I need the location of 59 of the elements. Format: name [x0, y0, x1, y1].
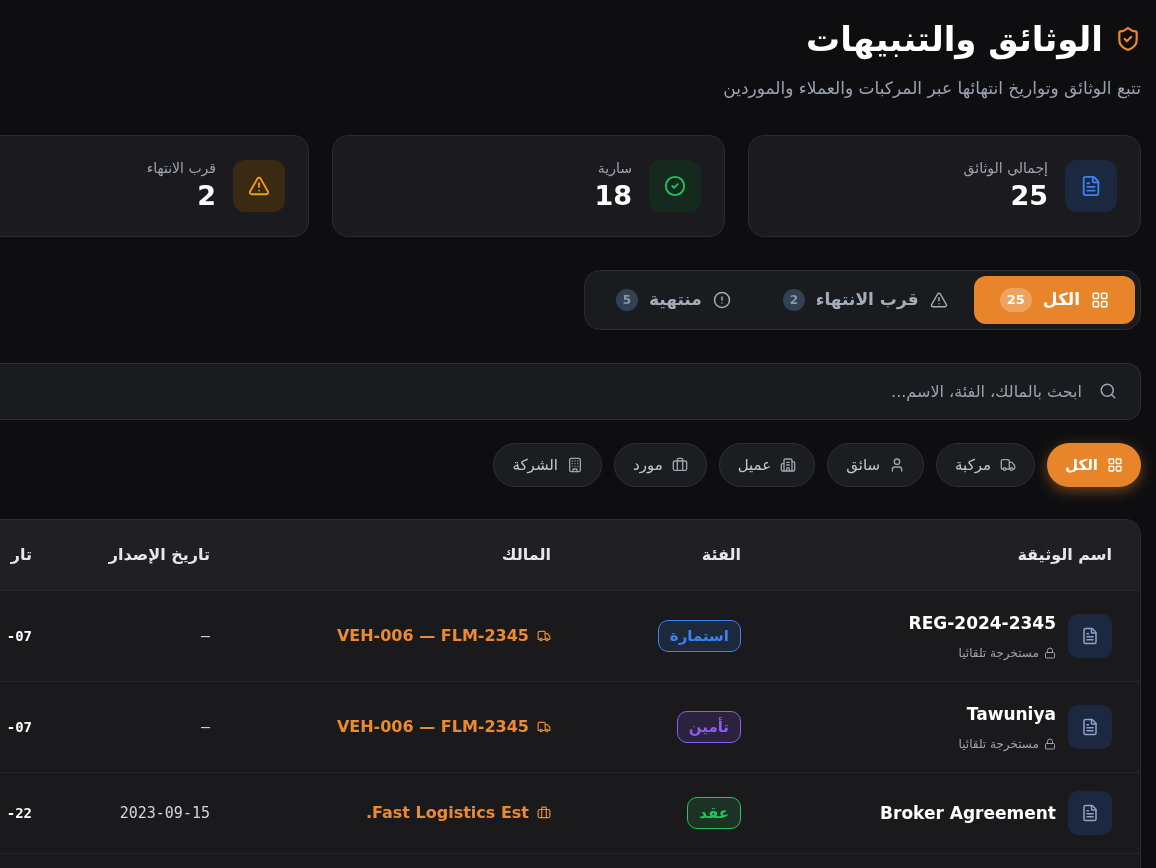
lock-icon [1044, 647, 1056, 659]
search-icon [1099, 382, 1117, 400]
stat-label: قرب الانتهاء [146, 159, 216, 178]
stat-value: 18 [594, 179, 632, 213]
category-tag: استمارة [657, 620, 741, 652]
owner-link[interactable]: Fast Logistics Est. [365, 801, 551, 825]
document-icon [1068, 614, 1112, 658]
column-header: اسم الوثيقة [1017, 545, 1112, 564]
filter-chip[interactable]: سائق [827, 443, 925, 487]
stat-value: 25 [1010, 179, 1048, 213]
stat-label: إجمالي الوثائق [963, 159, 1048, 178]
filter-chip[interactable]: الشركة [493, 443, 602, 487]
count-badge: 5 [615, 289, 638, 311]
filter-chip[interactable]: مورد [614, 443, 707, 487]
count-badge: 25 [999, 288, 1032, 312]
stat-label: سارية [597, 159, 632, 178]
warning-icon [929, 291, 948, 309]
auto-note: مستخرجة تلقائيا [958, 736, 1039, 753]
issue-date: — [200, 718, 210, 736]
truck-icon [537, 629, 551, 643]
table-cell: -07 [6, 719, 32, 735]
briefcase-icon [537, 806, 551, 820]
document-name: Broker Agreement [880, 802, 1056, 825]
document-icon [1065, 160, 1117, 212]
stat-value: 2 [197, 179, 216, 213]
lock-icon [1044, 738, 1056, 750]
document-name: REG-2024-2345 [908, 612, 1056, 635]
briefcase-icon [671, 457, 688, 473]
filter-chip[interactable]: مركبة [936, 443, 1036, 487]
alert-circle-icon [712, 291, 731, 309]
column-header: تار [10, 545, 32, 564]
office-building-icon [567, 457, 583, 473]
truck-icon [537, 720, 551, 734]
truck-icon [1000, 457, 1017, 473]
grid-icon [1107, 457, 1123, 473]
column-header: تاريخ الإصدار [108, 545, 210, 564]
issue-date: 2023-09-15 [119, 804, 210, 822]
filter-chip[interactable]: عميل [718, 443, 816, 487]
search-field[interactable]: ابحث بالمالك، الفئة، الاسم... [0, 363, 1141, 420]
document-name: Tawuniya [966, 703, 1056, 726]
document-icon [1068, 791, 1112, 835]
owner-link[interactable]: VEH-006 — FLM-2345 [336, 624, 551, 648]
column-header: المالك [501, 545, 551, 564]
page-title: الوثائق والتنبيهات [806, 18, 1103, 62]
warning-icon [233, 160, 285, 212]
issue-date: — [200, 627, 210, 645]
grid-icon [1091, 291, 1109, 309]
document-icon [1068, 705, 1112, 749]
shield-check-icon [1115, 26, 1141, 52]
table-cell: -22 [6, 805, 32, 821]
auto-note: مستخرجة تلقائيا [958, 645, 1039, 662]
category-tag: تأمين [676, 711, 741, 743]
column-header: الفئة [701, 545, 741, 564]
table-cell: -07 [6, 628, 32, 644]
page-subtitle: تتبع الوثائق وتواريخ انتهائها عبر المركبات والعملاء والموردين [723, 77, 1141, 101]
owner-link[interactable]: VEH-006 — FLM-2345 [336, 715, 551, 739]
count-badge: 2 [782, 289, 805, 311]
category-tag: عقد [687, 797, 741, 829]
building-icon [780, 457, 797, 473]
